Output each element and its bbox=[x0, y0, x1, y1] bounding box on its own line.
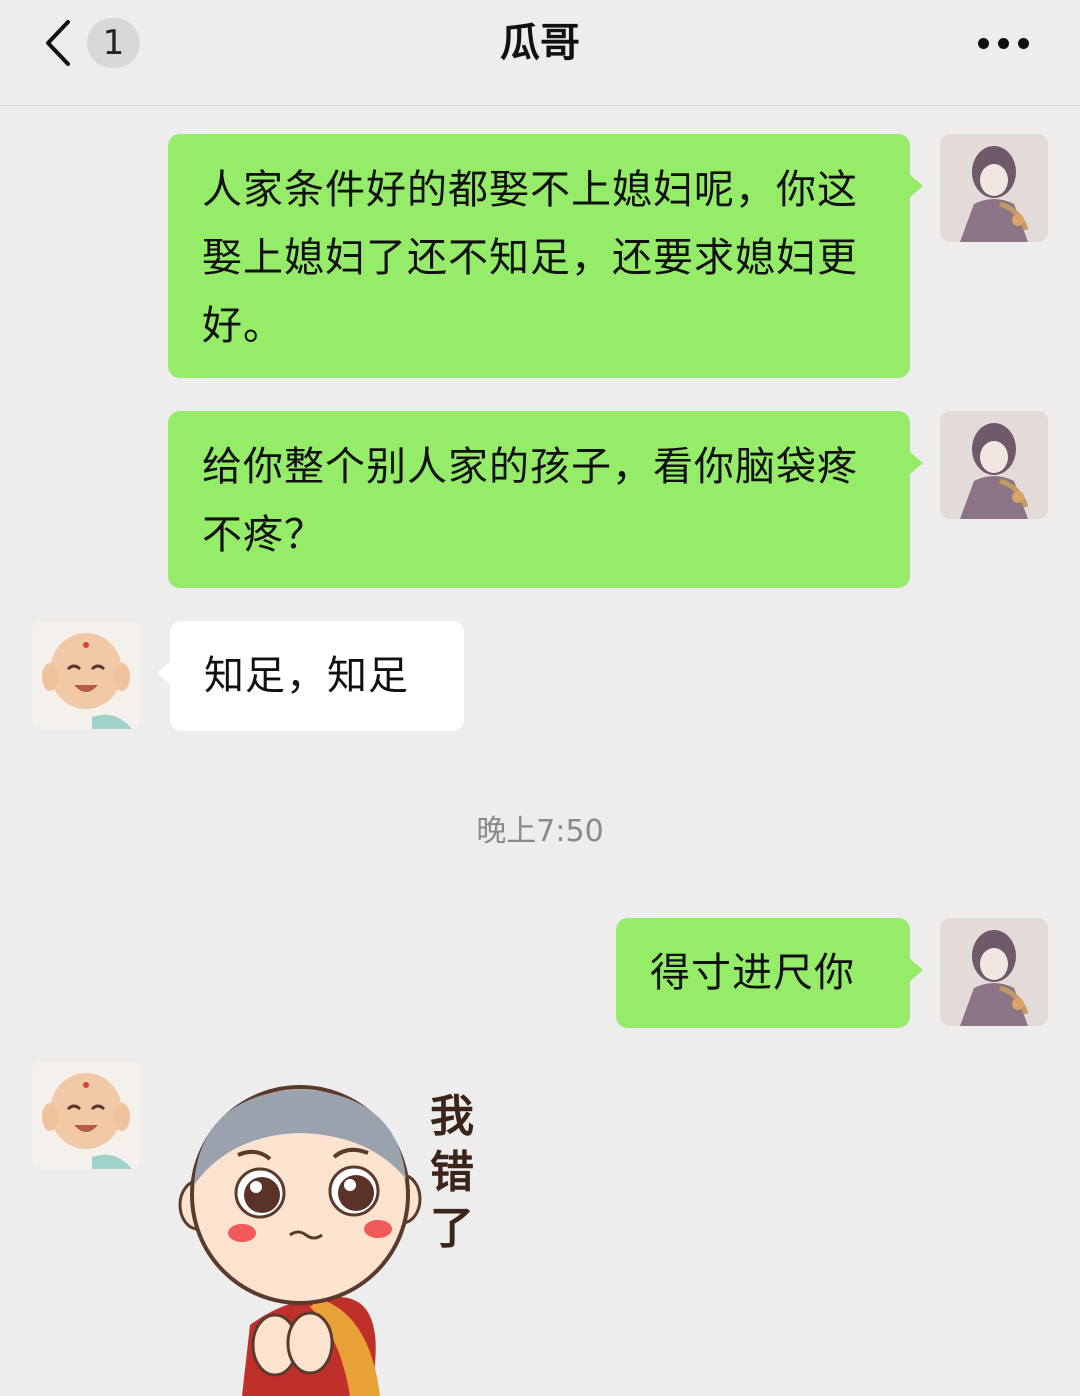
contact-avatar[interactable] bbox=[32, 1061, 140, 1169]
my-avatar[interactable] bbox=[940, 134, 1048, 242]
message-text: 知足，知足 bbox=[204, 653, 409, 699]
message-text: 给你整个别人家的孩子，看你脑袋疼不疼？ bbox=[202, 444, 858, 558]
svg-text:了: 了 bbox=[430, 1203, 474, 1254]
message-bubble-sent[interactable]: 给你整个别人家的孩子，看你脑袋疼不疼？ bbox=[168, 411, 923, 588]
more-dots-icon[interactable] bbox=[976, 37, 1032, 51]
svg-text:错: 错 bbox=[430, 1147, 474, 1198]
monk-sticker-icon[interactable]: 我 错 了 bbox=[170, 1075, 500, 1396]
message-timestamp: 晚上7:50 bbox=[476, 814, 604, 849]
message-text: 人家条件好的都娶不上媳妇呢，你这娶上媳妇了还不知足，还要求媳妇更好。 bbox=[202, 167, 858, 349]
message-bubble-sent[interactable]: 人家条件好的都娶不上媳妇呢，你这娶上媳妇了还不知足，还要求媳妇更好。 bbox=[168, 134, 923, 378]
chat-header: 1 瓜哥 bbox=[0, 0, 1080, 106]
contact-avatar[interactable] bbox=[32, 621, 140, 729]
my-avatar[interactable] bbox=[940, 411, 1048, 519]
chat-title: 瓜哥 bbox=[500, 20, 580, 66]
message-text: 得寸进尺你 bbox=[650, 950, 855, 996]
svg-text:我: 我 bbox=[430, 1091, 474, 1142]
message-bubble-sent[interactable]: 得寸进尺你 bbox=[616, 918, 923, 1028]
my-avatar[interactable] bbox=[940, 918, 1048, 1026]
message-bubble-received[interactable]: 知足，知足 bbox=[157, 621, 464, 731]
